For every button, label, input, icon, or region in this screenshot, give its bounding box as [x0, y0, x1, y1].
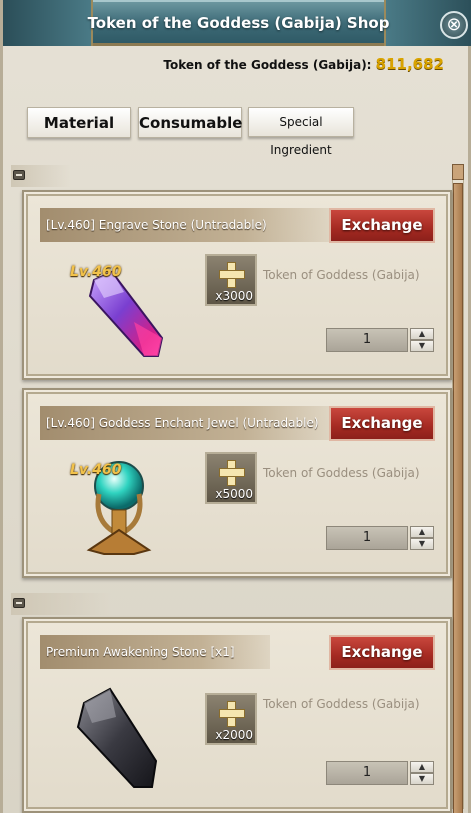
close-icon: ⊗: [446, 14, 462, 35]
exchange-button[interactable]: Exchange: [329, 635, 435, 670]
cost-token-label: Token of Goddess (Gabija): [263, 268, 420, 282]
cost-quantity: x3000: [215, 289, 253, 303]
currency-label: Token of the Goddess (Gabija):: [163, 58, 372, 72]
cost-quantity: x5000: [215, 487, 253, 501]
cost-item-slot[interactable]: x2000: [205, 693, 257, 745]
scrollbar[interactable]: [452, 164, 464, 813]
quantity-stepper[interactable]: 1 ▲ ▼: [326, 761, 434, 787]
cost-token-label: Token of Goddess (Gabija): [263, 697, 420, 711]
exchange-button[interactable]: Exchange: [329, 208, 435, 243]
collapse-icon[interactable]: [13, 598, 25, 608]
quantity-field[interactable]: 1: [326, 526, 408, 550]
scroll-up-arrow[interactable]: [452, 164, 464, 180]
shop-item-card: Premium Awakening Stone [x1] Exchange x2…: [22, 617, 452, 813]
tab-material[interactable]: Material: [27, 107, 131, 138]
item-name: [Lv.460] Engrave Stone (Untradable): [40, 208, 330, 242]
tab-special-ingredient[interactable]: Special Ingredient: [248, 107, 354, 157]
level-badge: Lv.460: [70, 462, 122, 478]
window-title: Token of the Goddess (Gabija) Shop: [87, 14, 390, 32]
plus-icon: [219, 262, 245, 288]
quantity-field[interactable]: 1: [326, 761, 408, 785]
scroll-thumb[interactable]: [453, 183, 463, 813]
close-button[interactable]: ⊗: [440, 11, 468, 39]
shop-window: Token of the Goddess (Gabija) Shop ⊗ Tok…: [0, 0, 471, 813]
stepper-down-icon[interactable]: ▼: [410, 538, 434, 550]
stepper-down-icon[interactable]: ▼: [410, 773, 434, 785]
plus-icon: [219, 460, 245, 486]
shop-item-card: [Lv.460] Goddess Enchant Jewel (Untradab…: [22, 388, 452, 578]
stepper-up-icon[interactable]: ▲: [410, 328, 434, 340]
quantity-stepper[interactable]: 1 ▲ ▼: [326, 526, 434, 552]
currency-amount: 811,682: [375, 55, 444, 73]
quantity-field[interactable]: 1: [326, 328, 408, 352]
currency-display: Token of the Goddess (Gabija): 811,682: [163, 55, 444, 73]
cost-item-slot[interactable]: x5000: [205, 452, 257, 504]
plus-icon: [219, 701, 245, 727]
exchange-button[interactable]: Exchange: [329, 406, 435, 441]
quantity-stepper[interactable]: 1 ▲ ▼: [326, 328, 434, 354]
stepper-up-icon[interactable]: ▲: [410, 761, 434, 773]
awakening-stone-icon: [76, 687, 158, 788]
collapse-icon[interactable]: [13, 170, 25, 180]
item-name: [Lv.460] Goddess Enchant Jewel (Untradab…: [40, 406, 330, 440]
cost-token-label: Token of Goddess (Gabija): [263, 466, 420, 480]
cost-quantity: x2000: [215, 728, 253, 742]
stepper-up-icon[interactable]: ▲: [410, 526, 434, 538]
level-badge: Lv.460: [70, 264, 122, 280]
tab-consumable[interactable]: Consumable: [138, 107, 242, 138]
section-header-2[interactable]: [11, 593, 111, 615]
shop-item-card: [Lv.460] Engrave Stone (Untradable) Exch…: [22, 190, 452, 380]
section-header-1[interactable]: [11, 165, 71, 187]
title-bar[interactable]: Token of the Goddess (Gabija) Shop ⊗: [3, 0, 471, 46]
cost-item-slot[interactable]: x3000: [205, 254, 257, 306]
stepper-down-icon[interactable]: ▼: [410, 340, 434, 352]
item-name: Premium Awakening Stone [x1]: [40, 635, 270, 669]
